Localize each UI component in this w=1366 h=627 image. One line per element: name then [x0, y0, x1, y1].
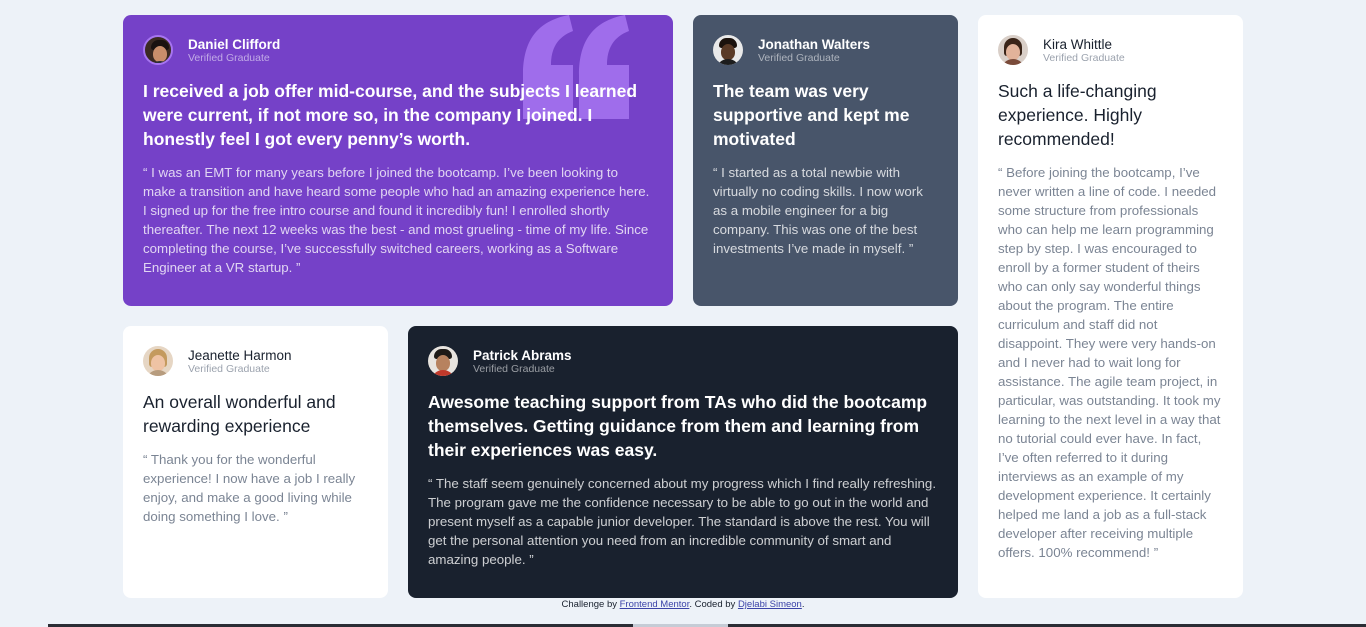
testimonial-quote: “ The staff seem genuinely concerned abo…: [428, 476, 937, 567]
attribution-prefix: Challenge by: [561, 599, 620, 610]
avatar: [428, 346, 458, 376]
author-name: Jonathan Walters: [758, 36, 871, 52]
avatar: [143, 35, 173, 65]
testimonial-headline: The team was very supportive and kept me…: [713, 81, 910, 149]
author-name: Patrick Abrams: [473, 347, 572, 363]
attribution-suffix: .: [801, 599, 805, 610]
avatar: [998, 35, 1028, 65]
author-role: Verified Graduate: [758, 51, 840, 64]
testimonial-quote: “ I was an EMT for many years before I j…: [143, 165, 650, 275]
testimonial-quote: “ I started as a total newbie with virtu…: [713, 165, 923, 256]
testimonial-headline: An overall wonderful and rewarding exper…: [143, 392, 336, 436]
testimonial-headline: Awesome teaching support from TAs who di…: [428, 392, 928, 460]
author-name: Jeanette Harmon: [188, 347, 292, 363]
testimonial-card-patrick: Patrick Abrams Verified Graduate Awesome…: [408, 326, 958, 598]
testimonial-headline: Such a life-changing experience. Highly …: [998, 81, 1157, 149]
testimonial-card-daniel: Daniel Clifford Verified Graduate I rece…: [123, 15, 673, 306]
testimonial-quote: “ Thank you for the wonderful experience…: [143, 452, 356, 524]
avatar: [713, 35, 743, 65]
author-role: Verified Graduate: [188, 362, 270, 375]
author-link[interactable]: Djelabi Simeon: [738, 599, 802, 610]
avatar: [143, 346, 173, 376]
author-role: Verified Graduate: [1043, 51, 1125, 64]
testimonial-quote: “ Before joining the bootcamp, I’ve neve…: [998, 165, 1221, 560]
testimonial-card-kira: Kira Whittle Verified Graduate Such a li…: [978, 15, 1243, 598]
author-role: Verified Graduate: [188, 51, 270, 64]
attribution: Challenge by Frontend Mentor. Coded by D…: [0, 599, 1366, 610]
frontend-mentor-link[interactable]: Frontend Mentor: [620, 599, 690, 610]
attribution-middle: . Coded by: [689, 599, 738, 610]
testimonial-headline: I received a job offer mid-course, and t…: [143, 81, 638, 149]
author-name: Kira Whittle: [1043, 36, 1113, 52]
testimonial-card-jeanette: Jeanette Harmon Verified Graduate An ove…: [123, 326, 388, 598]
testimonial-card-jonathan: Jonathan Walters Verified Graduate The t…: [693, 15, 958, 306]
author-role: Verified Graduate: [473, 362, 555, 375]
author-name: Daniel Clifford: [188, 36, 281, 52]
